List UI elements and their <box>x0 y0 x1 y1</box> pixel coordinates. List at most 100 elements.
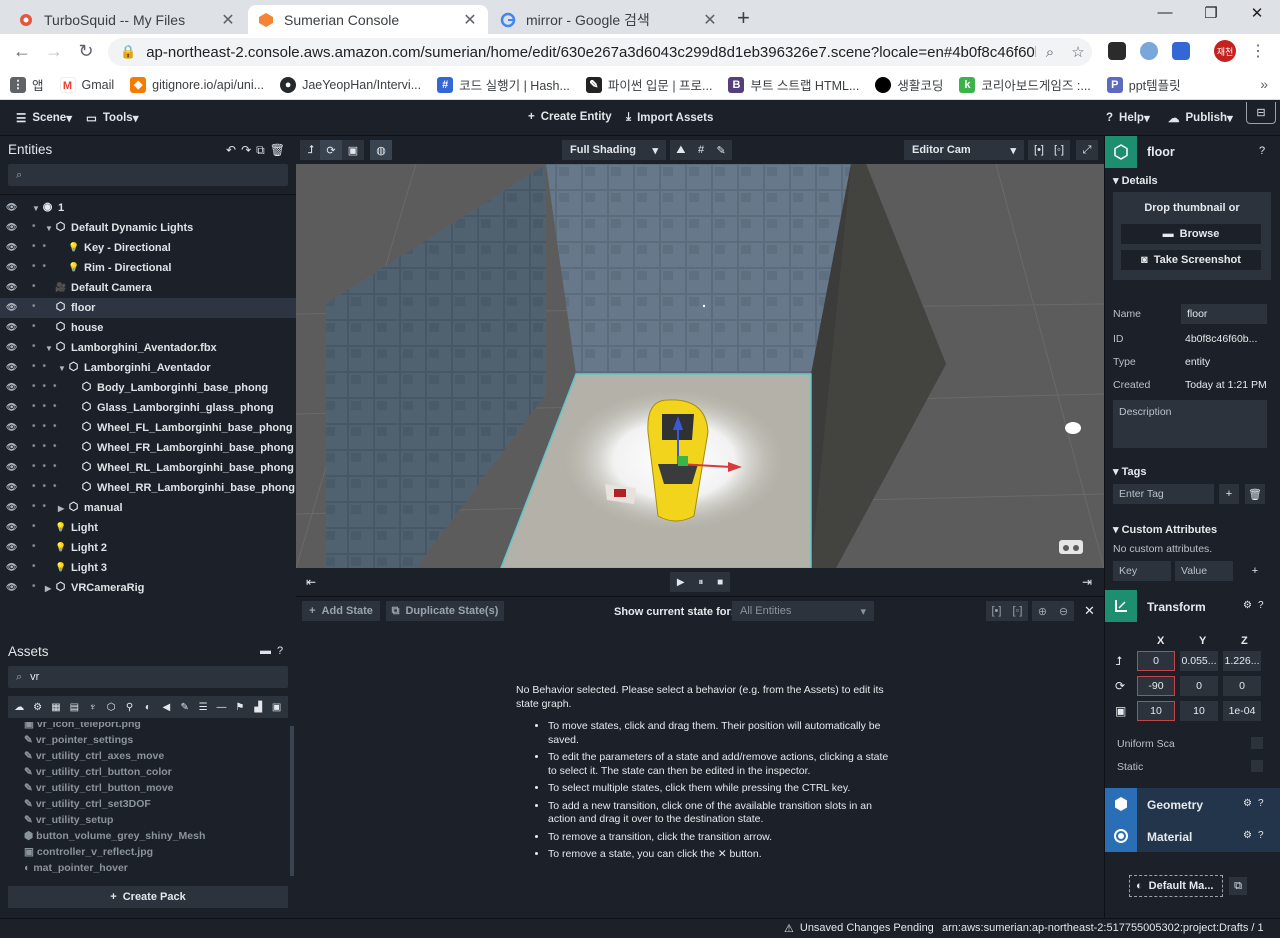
visibility-eye-icon[interactable]: 👁 <box>6 462 18 473</box>
bookmarks-overflow-icon[interactable]: » <box>1260 76 1268 92</box>
asset-list-item[interactable]: ▣ vr_icon_teleport.png <box>24 722 141 730</box>
entity-search-input[interactable]: ⌕ <box>8 164 288 186</box>
pause-icon[interactable]: ⏸ <box>698 577 703 588</box>
help-circle-icon[interactable]: ? <box>1259 145 1265 157</box>
bookmark-star-icon[interactable]: ☆ <box>1064 43 1092 61</box>
material-title[interactable]: Material <box>1147 830 1192 844</box>
feedback-icon[interactable]: ⊟ <box>1246 102 1276 124</box>
entity-tree-row[interactable]: 👁 • 💡 Light <box>0 518 296 538</box>
filter-all-icon[interactable]: ☁ <box>12 699 27 715</box>
translation-x-input[interactable]: 0 <box>1137 651 1175 671</box>
visibility-eye-icon[interactable]: 👁 <box>6 562 18 573</box>
gear-icon[interactable]: ⚙ <box>1243 830 1252 841</box>
expand-arrow-icon[interactable]: ▶ <box>45 584 51 593</box>
vr-headset-icon[interactable] <box>1059 540 1083 554</box>
rotate-tool-icon[interactable]: ⟳ <box>320 140 342 160</box>
visibility-eye-icon[interactable]: 👁 <box>6 302 18 313</box>
entity-tree-row[interactable]: 👁 ••• ⬡ Wheel_FR_Lamborginhi_base_phong <box>0 438 296 458</box>
entity-tree-row[interactable]: 👁 ••• ⬡ Wheel_FL_Lamborginhi_base_phong <box>0 418 296 438</box>
bookmark-item[interactable]: ● JaeYeopHan/Intervi... <box>280 76 421 93</box>
duplicate-state-button[interactable]: ⧉ Duplicate State(s) <box>386 601 504 621</box>
maximize-button[interactable]: ❐ <box>1188 4 1234 22</box>
add-state-button[interactable]: + Add State <box>302 601 380 621</box>
entity-tree-row[interactable]: 👁 • 💡 Light 3 <box>0 558 296 578</box>
entity-tree-row[interactable]: 👁 • 💡 Light 2 <box>0 538 296 558</box>
default-material-slot[interactable]: ◐ Default Ma... <box>1129 875 1223 897</box>
filter-animation-icon[interactable]: ⚲ <box>122 699 137 715</box>
scale-z-input[interactable]: 1e-04 <box>1223 701 1261 721</box>
collapse-arrow-icon[interactable]: ▼ <box>45 344 53 353</box>
details-section-header[interactable]: ▾ Details <box>1113 174 1158 187</box>
grid-icon[interactable]: # <box>698 144 704 156</box>
entity-tree-row[interactable]: 👁 • 🎥 Default Camera <box>0 278 296 298</box>
visibility-eye-icon[interactable]: 👁 <box>6 442 18 453</box>
publish-menu[interactable]: ☁ Publish ▾ <box>1168 111 1233 125</box>
close-tab-icon[interactable]: ✕ <box>702 10 718 30</box>
asset-list-item[interactable]: ✎ vr_utility_ctrl_axes_move <box>24 750 164 762</box>
zoom-in-icon[interactable]: ⊕ <box>1038 605 1047 618</box>
redo-icon[interactable]: ↷ <box>241 143 251 158</box>
visibility-eye-icon[interactable]: 👁 <box>6 422 18 433</box>
entity-tree-row[interactable]: 👁 • ▶ ⬡ VRCameraRig <box>0 578 296 598</box>
add-attribute-icon[interactable]: + <box>1245 561 1265 581</box>
visibility-eye-icon[interactable]: 👁 <box>6 282 18 293</box>
filter-dash-icon[interactable]: — <box>214 699 229 715</box>
entity-tree-row[interactable]: 👁 •• 💡 Rim - Directional <box>0 258 296 278</box>
filter-mesh-icon[interactable]: ▤ <box>67 699 82 715</box>
create-entity-button[interactable]: + Create Entity <box>528 111 612 123</box>
entity-tree-row[interactable]: 👁 •• 💡 Key - Directional <box>0 238 296 258</box>
frame-selection-icon[interactable]: [•] <box>1028 140 1050 160</box>
filter-skeleton-icon[interactable]: ♆ <box>85 699 100 715</box>
3d-viewport[interactable] <box>296 164 1104 568</box>
tags-section-header[interactable]: ▾ Tags <box>1113 465 1146 478</box>
visibility-eye-icon[interactable]: 👁 <box>6 382 18 393</box>
rotation-y-input[interactable]: 0 <box>1180 676 1218 696</box>
browse-button[interactable]: ▬ Browse <box>1121 224 1261 244</box>
shading-select[interactable]: Full Shading ▾ <box>562 140 666 160</box>
entity-tree-row[interactable]: 👁 ••• ⬡ Glass_Lamborginhi_glass_phong <box>0 398 296 418</box>
bookmark-item[interactable]: ⋮ 앱 <box>10 75 44 94</box>
forward-button[interactable]: → <box>42 41 66 62</box>
tab-google[interactable]: mirror - Google 검색 ✕ <box>490 5 728 34</box>
close-window-button[interactable]: ✕ <box>1234 4 1280 22</box>
filter-texture-icon[interactable]: ▟ <box>251 699 266 715</box>
visibility-eye-icon[interactable]: 👁 <box>6 202 18 213</box>
bookmark-item[interactable]: ◆ gitignore.io/api/uni... <box>130 76 264 93</box>
minimize-button[interactable]: — <box>1142 4 1188 21</box>
entity-tree-row[interactable]: 👁 • ⬡ house <box>0 318 296 338</box>
filter-video-icon[interactable]: ▦ <box>48 699 63 715</box>
new-tab-button[interactable]: + <box>737 5 750 31</box>
bookmark-item[interactable]: Pppt템플릿 <box>1106 75 1181 94</box>
stop-icon[interactable]: ■ <box>717 577 723 588</box>
tab-turbosquid[interactable]: TurboSquid -- My Files ✕ <box>8 5 246 34</box>
uniform-scale-checkbox[interactable] <box>1251 737 1263 749</box>
extension-icon[interactable] <box>1140 42 1158 60</box>
trash-icon[interactable]: 🗑 <box>270 143 285 158</box>
add-tag-icon[interactable]: + <box>1219 484 1239 504</box>
state-entity-select[interactable]: All Entities ▾ <box>732 601 874 621</box>
thumbnail-drop-zone[interactable]: Drop thumbnail or ▬ Browse ◙ Take Screensh… <box>1113 192 1271 280</box>
bookmark-item[interactable]: 생활코딩 <box>875 75 943 94</box>
visibility-eye-icon[interactable]: 👁 <box>6 482 18 493</box>
back-button[interactable]: ← <box>10 41 34 62</box>
collapse-right-icon[interactable]: ⇥ <box>1082 575 1092 589</box>
entity-tree-row[interactable]: 👁 •• ▶ ⬡ manual <box>0 498 296 518</box>
entity-tree-row[interactable]: 👁 •• ▼ ⬡ Lamborginhi_Aventador <box>0 358 296 378</box>
asset-list-item[interactable]: ✎ vr_utility_setup <box>24 814 113 826</box>
filter-behavior-icon[interactable]: ⚑ <box>232 699 247 715</box>
world-space-icon[interactable]: ◍ <box>370 140 392 160</box>
tools-menu[interactable]: ▭ Tools ▾ <box>86 111 138 125</box>
bookmark-item[interactable]: M Gmail <box>59 76 114 93</box>
visibility-eye-icon[interactable]: 👁 <box>6 342 18 353</box>
help-circle-icon[interactable]: ? <box>1258 600 1264 611</box>
lighting-icon[interactable]: ⛰ <box>676 144 685 157</box>
translation-z-input[interactable]: 1.226... <box>1223 651 1261 671</box>
visibility-eye-icon[interactable]: 👁 <box>6 522 18 533</box>
filter-entity-icon[interactable]: ⬡ <box>104 699 119 715</box>
geometry-title[interactable]: Geometry <box>1147 798 1203 812</box>
translation-y-input[interactable]: 0.055... <box>1180 651 1218 671</box>
visibility-eye-icon[interactable]: 👁 <box>6 262 18 273</box>
bookmark-item[interactable]: k 코리아보드게임즈 :... <box>959 75 1091 94</box>
play-icon[interactable]: ▶ <box>677 577 685 588</box>
asset-list-item[interactable]: ✎ vr_utility_ctrl_button_move <box>24 782 174 794</box>
